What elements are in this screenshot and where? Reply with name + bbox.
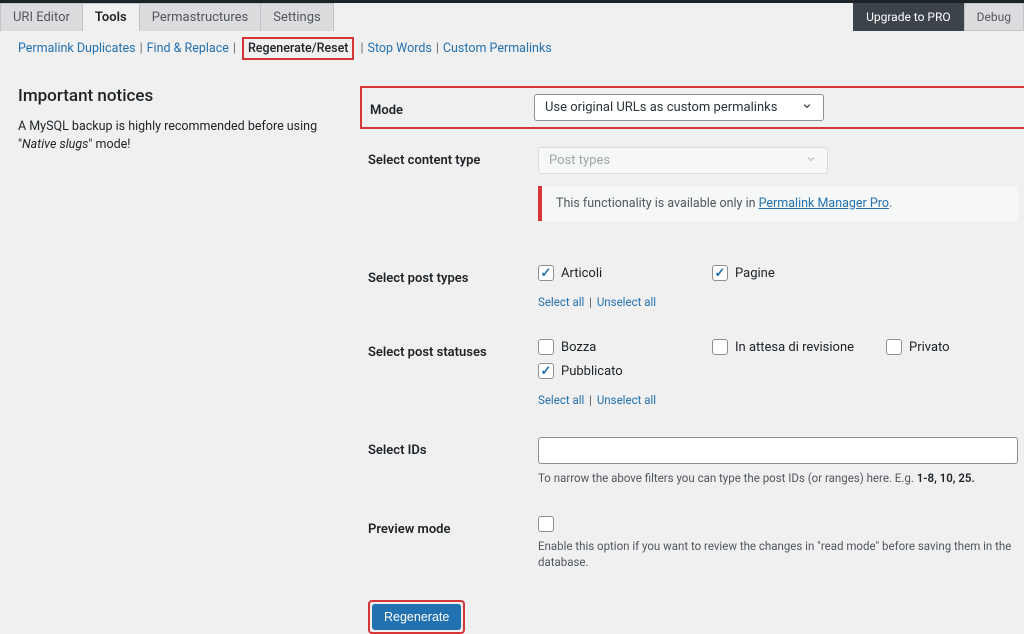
post-statuses-helper: Select all | Unselect all [538,393,1024,407]
checkbox-articoli[interactable]: Articoli [538,265,698,281]
content-type-select: Post types [538,147,828,174]
tab-permastructures[interactable]: Permastructures [139,3,262,31]
notices-heading: Important notices [18,86,338,106]
checkbox-in-attesa[interactable]: In attesa di revisione [712,339,872,355]
checkbox-icon [712,339,728,355]
separator: | [436,41,439,56]
select-ids-label: Select IDs [368,437,538,458]
tab-tools[interactable]: Tools [82,3,140,31]
post-types-helper: Select all | Unselect all [538,295,1024,309]
form-column: Mode Use original URLs as custom permali… [368,86,1024,634]
post-statuses-label: Select post statuses [368,339,538,360]
mode-select[interactable]: Use original URLs as custom permalinks [534,94,824,121]
content-type-label: Select content type [368,147,538,168]
subnav-duplicates[interactable]: Permalink Duplicates [18,41,136,56]
primary-tabs: URI Editor Tools Permastructures Setting… [0,3,1024,31]
main-content: Important notices A MySQL backup is high… [0,66,1024,634]
subnav-stop-words[interactable]: Stop Words [368,41,432,56]
regenerate-button[interactable]: Regenerate [372,604,461,630]
checkbox-icon [712,265,728,281]
select-ids-row: Select IDs To narrow the above filters y… [368,437,1024,486]
mode-select-value: Use original URLs as custom permalinks [534,94,824,121]
checkbox-icon [886,339,902,355]
checkbox-pubblicato[interactable]: Pubblicato [538,363,698,379]
checkbox-icon [538,363,554,379]
post-statuses-grid: Bozza In attesa di revisione Privato Pub… [538,339,1024,379]
checkbox-pagine[interactable]: Pagine [712,265,872,281]
tools-subnav: Permalink Duplicates | Find & Replace | … [0,31,1024,66]
tab-settings[interactable]: Settings [260,3,333,31]
content-type-select-value: Post types [538,147,828,174]
notices-column: Important notices A MySQL backup is high… [18,86,338,634]
select-all-link[interactable]: Select all [538,393,584,407]
checkbox-icon [538,265,554,281]
mode-row-highlighted: Mode Use original URLs as custom permali… [360,86,1024,129]
preview-mode-description: Enable this option if you want to review… [538,538,1024,570]
preview-mode-row: Preview mode Enable this option if you w… [368,516,1024,570]
select-all-link[interactable]: Select all [538,295,584,309]
post-types-grid: Articoli Pagine [538,265,1024,281]
pro-only-notice: This functionality is available only in … [538,186,1018,221]
post-types-row: Select post types Articoli Pagine Select… [368,265,1024,309]
select-ids-input[interactable] [538,437,1018,464]
mysql-backup-notice: A MySQL backup is highly recommended bef… [18,118,338,153]
tab-uri-editor[interactable]: URI Editor [0,3,83,31]
unselect-all-link[interactable]: Unselect all [597,295,656,309]
separator: | [360,41,363,56]
checkbox-icon [538,516,554,532]
checkbox-bozza[interactable]: Bozza [538,339,698,355]
checkbox-privato[interactable]: Privato [886,339,1024,355]
post-statuses-row: Select post statuses Bozza In attesa di … [368,339,1024,407]
checkbox-preview-mode[interactable] [538,516,1024,532]
content-type-row: Select content type Post types This func… [368,147,1024,227]
tab-upgrade-pro[interactable]: Upgrade to PRO [853,3,964,31]
unselect-all-link[interactable]: Unselect all [597,393,656,407]
select-ids-description: To narrow the above filters you can type… [538,470,1024,486]
subnav-custom-permalinks[interactable]: Custom Permalinks [443,41,552,56]
checkbox-icon [538,339,554,355]
subnav-regenerate-active[interactable]: Regenerate/Reset [242,37,355,60]
permalink-manager-pro-link[interactable]: Permalink Manager Pro [759,196,889,211]
submit-highlight: Regenerate [368,600,465,634]
preview-mode-label: Preview mode [368,516,538,537]
separator: | [233,41,236,56]
separator: | [140,41,143,56]
subnav-find-replace[interactable]: Find & Replace [147,41,229,56]
post-types-label: Select post types [368,265,538,286]
mode-label: Mode [370,97,534,118]
tab-debug[interactable]: Debug [964,3,1024,31]
